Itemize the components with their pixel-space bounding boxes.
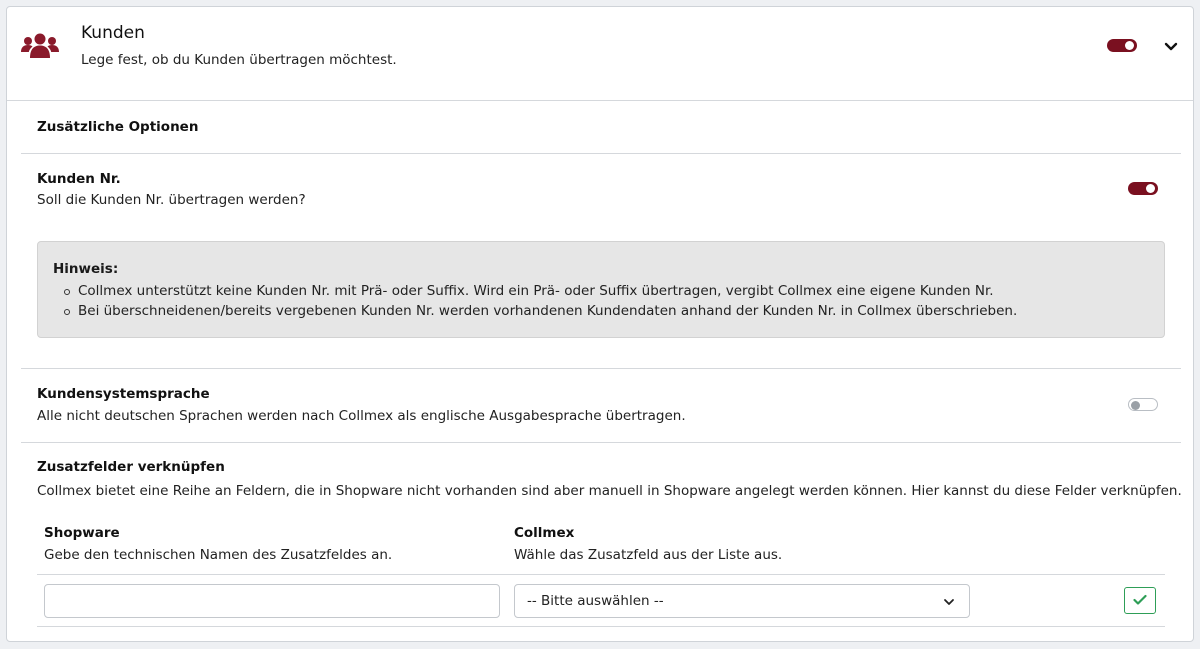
divider (21, 442, 1181, 443)
chevron-down-icon[interactable] (1163, 41, 1179, 53)
custom-fields-description: Collmex bietet eine Reihe an Feldern, di… (37, 483, 1182, 499)
system-language-description: Alle nicht deutschen Sprachen werden nac… (37, 408, 686, 424)
toggle-knob (1146, 184, 1155, 193)
toggle-knob (1125, 41, 1134, 50)
custom-fields-title: Zusatzfelder verknüpfen (37, 459, 225, 475)
divider (37, 626, 1165, 627)
customers-settings-card: Kunden Lege fest, ob du Kunden übertrage… (6, 6, 1194, 642)
shopware-column-description: Gebe den technischen Namen des Zusatzfel… (44, 547, 393, 563)
section-title: Kunden (81, 23, 145, 43)
hint-title: Hinweis: (53, 261, 119, 277)
collmex-column-title: Collmex (514, 525, 575, 541)
hint-item: Bei überschneidenen/bereits vergebenen K… (62, 301, 1017, 321)
additional-options-heading: Zusätzliche Optionen (37, 119, 199, 135)
card-header[interactable]: Kunden Lege fest, ob du Kunden übertrage… (7, 7, 1193, 101)
customer-number-title: Kunden Nr. (37, 171, 121, 187)
system-language-toggle[interactable] (1128, 398, 1158, 411)
divider (21, 368, 1181, 369)
shopware-column-title: Shopware (44, 525, 120, 541)
select-value: -- Bitte auswählen -- (527, 593, 664, 609)
system-language-title: Kundensystemsprache (37, 386, 210, 402)
divider (21, 153, 1181, 154)
users-icon (21, 33, 59, 58)
shopware-field-name-input[interactable] (44, 584, 500, 618)
confirm-mapping-button[interactable] (1124, 587, 1156, 614)
hint-list: Collmex unterstützt keine Kunden Nr. mit… (62, 281, 1017, 321)
toggle-knob (1131, 400, 1140, 410)
chevron-down-icon (944, 599, 954, 605)
customer-number-toggle[interactable] (1128, 182, 1158, 195)
collmex-column-description: Wähle das Zusatzfeld aus der Liste aus. (514, 547, 783, 563)
collmex-field-select[interactable]: -- Bitte auswählen -- (514, 584, 970, 618)
hint-item: Collmex unterstützt keine Kunden Nr. mit… (62, 281, 1017, 301)
check-icon (1133, 594, 1147, 605)
hint-box: Hinweis: Collmex unterstützt keine Kunde… (37, 241, 1165, 338)
customer-number-description: Soll die Kunden Nr. übertragen werden? (37, 192, 306, 208)
section-subtitle: Lege fest, ob du Kunden übertragen möcht… (81, 52, 397, 68)
divider (37, 574, 1165, 575)
customers-transfer-toggle[interactable] (1107, 39, 1137, 52)
